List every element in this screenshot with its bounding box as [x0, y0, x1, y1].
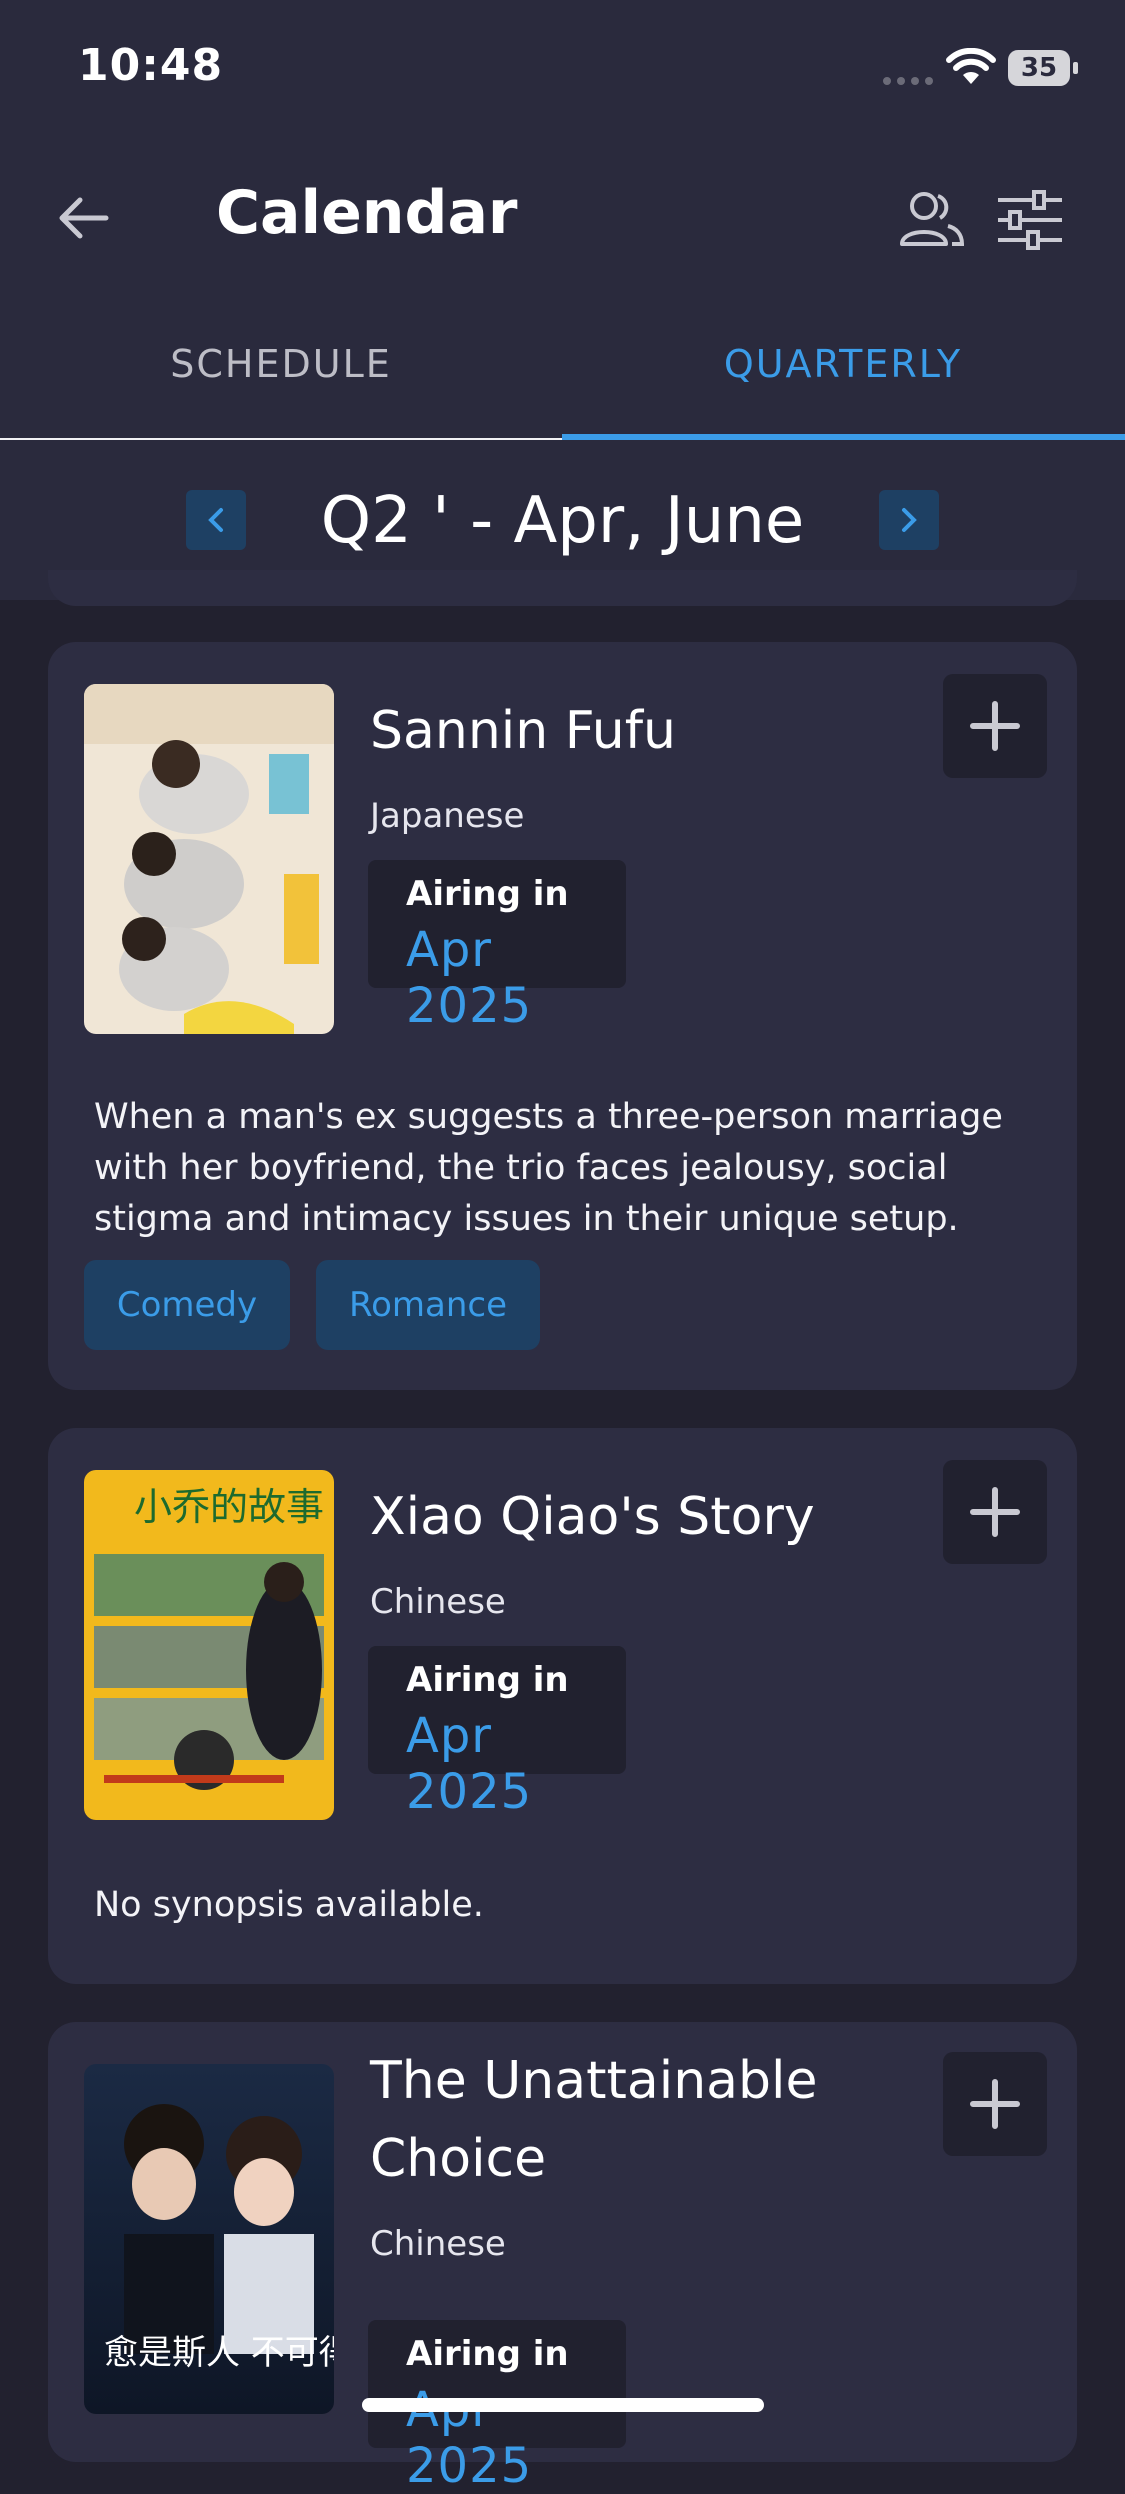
poster-title-text: 小乔的故事 — [134, 1485, 324, 1529]
tab-bar: SCHEDULE QUARTERLY — [0, 300, 1125, 440]
show-poster[interactable]: 愈是斯人 不可得 — [84, 2064, 334, 2414]
show-poster[interactable] — [84, 684, 334, 1034]
airing-date: Apr 2025 — [406, 1708, 533, 1820]
show-poster[interactable]: 小乔的故事 — [84, 1470, 334, 1820]
show-synopsis: When a man's ex suggests a three-person … — [94, 1097, 1003, 1239]
tab-quarterly[interactable]: QUARTERLY — [562, 342, 1124, 386]
app-bar: Calendar — [0, 140, 1125, 300]
signal-icon — [883, 77, 933, 85]
previous-card-edge — [48, 570, 1077, 606]
show-card[interactable]: 愈是斯人 不可得 The Unattainable Choice Chinese… — [48, 2022, 1077, 2494]
plus-icon[interactable] — [943, 674, 1047, 778]
airing-label: Airing in — [406, 874, 569, 914]
show-language: Chinese — [370, 1582, 506, 1622]
airing-badge: Airing in Apr 2025 — [368, 860, 626, 1034]
plus-icon[interactable] — [943, 1460, 1047, 1564]
airing-label: Airing in — [406, 2334, 569, 2374]
airing-badge: Airing in Apr 2025 — [368, 1646, 626, 1820]
status-time: 10:48 — [78, 40, 224, 91]
show-language: Chinese — [370, 2224, 506, 2264]
show-title: The Unattainable Choice — [370, 2051, 818, 2189]
back-arrow-icon[interactable] — [54, 188, 114, 248]
genre-tag-romance[interactable]: Romance — [316, 1260, 540, 1350]
airing-label: Airing in — [406, 1660, 569, 1700]
poster-title-text: 愈是斯人 不可得 — [104, 2333, 334, 2373]
airing-badge: Airing in Apr 2025 — [368, 2320, 626, 2494]
filter-sliders-icon[interactable] — [990, 180, 1070, 260]
show-title: Sannin Fufu — [370, 701, 677, 761]
genre-tag-comedy[interactable]: Comedy — [84, 1260, 290, 1350]
show-title: Xiao Qiao's Story — [370, 1487, 815, 1547]
people-icon[interactable] — [890, 180, 970, 260]
show-card[interactable]: 小乔的故事 Xiao Qiao's Story Chinese Airing i… — [48, 1428, 1077, 1984]
wifi-icon — [946, 48, 996, 84]
airing-date: Apr 2025 — [406, 922, 533, 1034]
show-language: Japanese — [370, 796, 525, 836]
show-card[interactable]: Sannin Fufu Japanese Airing in Apr 2025 … — [48, 642, 1077, 1390]
home-indicator[interactable] — [362, 2398, 764, 2412]
tab-schedule[interactable]: SCHEDULE — [0, 342, 562, 386]
quarter-title: Q2 ' - Apr, June — [320, 484, 805, 558]
battery-indicator: 35 — [1008, 50, 1078, 86]
chevron-right-icon[interactable] — [879, 490, 939, 550]
plus-icon[interactable] — [943, 2052, 1047, 2156]
page-title: Calendar — [216, 178, 518, 248]
status-bar: 10:48 35 — [0, 0, 1125, 140]
show-synopsis: No synopsis available. — [94, 1885, 484, 1925]
